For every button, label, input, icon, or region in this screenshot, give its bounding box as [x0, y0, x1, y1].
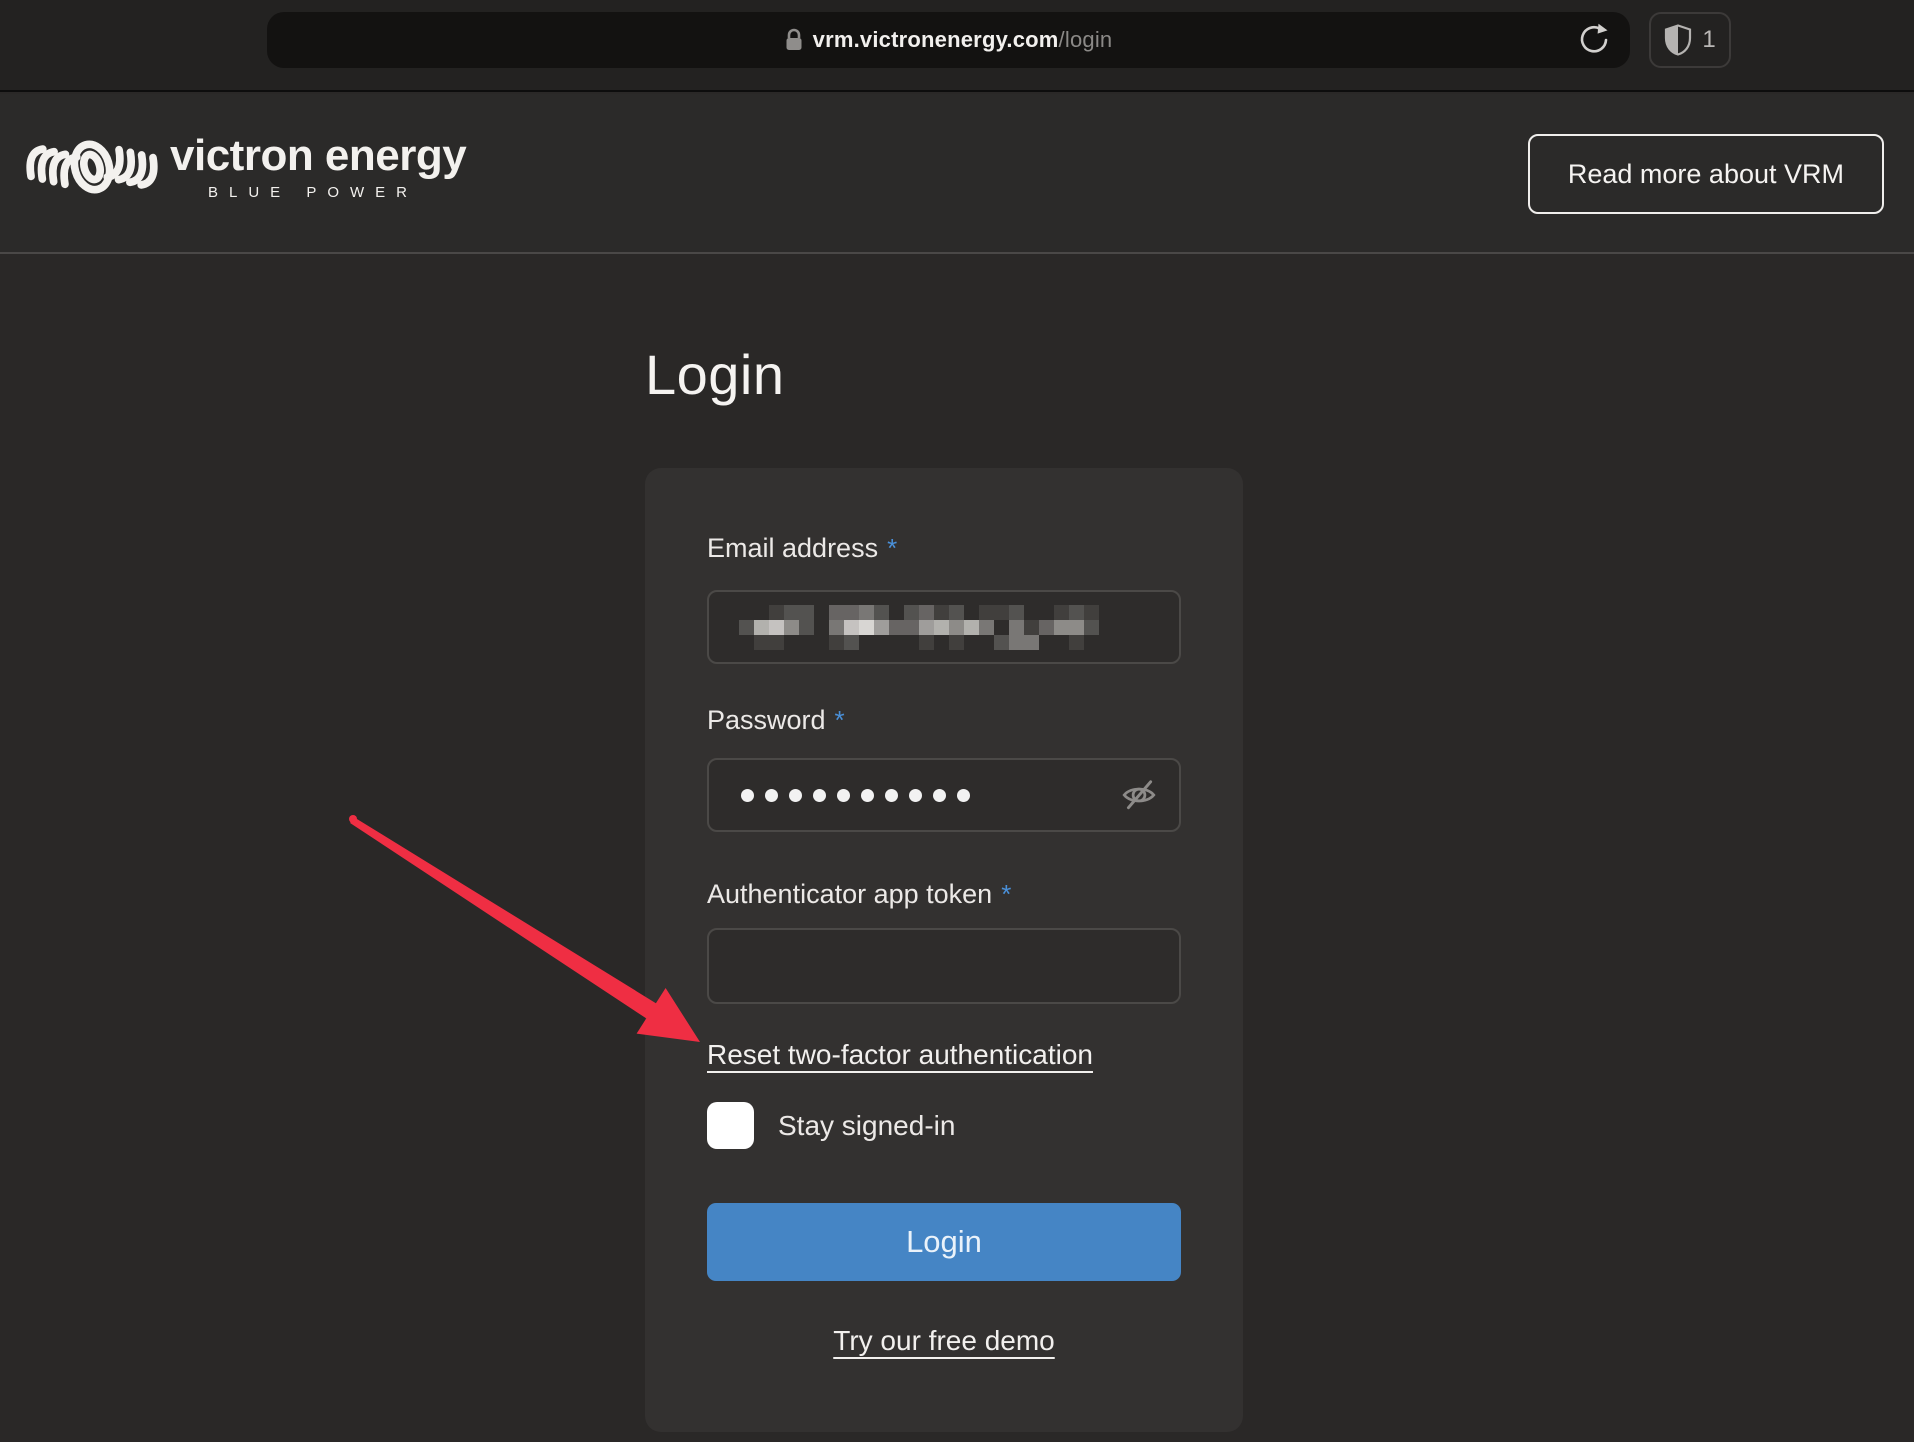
blocked-count: 1 [1702, 26, 1715, 54]
victron-logo[interactable]: victron energy BLUE POWER [22, 122, 466, 212]
site-header: victron energy BLUE POWER Read more abou… [0, 94, 1914, 254]
stay-signed-in-row: Stay signed-in [707, 1102, 1181, 1149]
browser-chrome: vrm.victronenergy.com/login 1 [0, 0, 1914, 92]
email-required-mark: * [887, 532, 897, 564]
refresh-button[interactable] [1574, 20, 1614, 60]
reset-two-factor-link[interactable]: Reset two-factor authentication [707, 1038, 1093, 1072]
eye-slash-icon [1120, 777, 1158, 813]
brand-tagline: BLUE POWER [170, 185, 466, 200]
shield-icon [1664, 24, 1692, 56]
password-label-text: Password [707, 704, 826, 736]
login-button[interactable]: Login [707, 1203, 1181, 1281]
url-host: vrm.victronenergy.com [813, 27, 1059, 52]
password-required-mark: * [835, 704, 845, 736]
lock-icon [785, 28, 803, 52]
demo-row: Try our free demo [707, 1325, 1181, 1357]
address-bar[interactable]: vrm.victronenergy.com/login [267, 12, 1630, 68]
read-more-about-vrm-button[interactable]: Read more about VRM [1528, 134, 1884, 214]
stay-signed-in-checkbox[interactable] [707, 1102, 754, 1149]
victron-logo-mark-icon [22, 122, 162, 212]
url-path: /login [1059, 27, 1113, 52]
password-field[interactable] [707, 758, 1181, 832]
toggle-password-visibility-button[interactable] [1119, 775, 1159, 815]
email-field[interactable] [707, 590, 1181, 664]
url-text: vrm.victronenergy.com/login [813, 27, 1113, 53]
token-label: Authenticator app token * [707, 878, 1181, 910]
email-label: Email address * [707, 532, 1181, 564]
authenticator-token-field[interactable] [707, 928, 1181, 1004]
brand-text: victron energy BLUE POWER [170, 134, 466, 200]
token-required-mark: * [1001, 878, 1011, 910]
email-label-text: Email address [707, 532, 878, 564]
redacted-email-value [739, 605, 1114, 650]
password-label: Password * [707, 704, 1181, 736]
token-label-text: Authenticator app token [707, 878, 992, 910]
stay-signed-in-label: Stay signed-in [778, 1110, 955, 1142]
refresh-icon [1577, 23, 1611, 57]
login-card: Email address * Password * Authenticator… [645, 468, 1243, 1432]
page-title: Login [645, 342, 785, 407]
brand-name: victron energy [170, 134, 466, 178]
content-blocker-badge[interactable]: 1 [1649, 12, 1731, 68]
try-free-demo-link[interactable]: Try our free demo [833, 1325, 1054, 1356]
masked-password-value [741, 789, 970, 802]
